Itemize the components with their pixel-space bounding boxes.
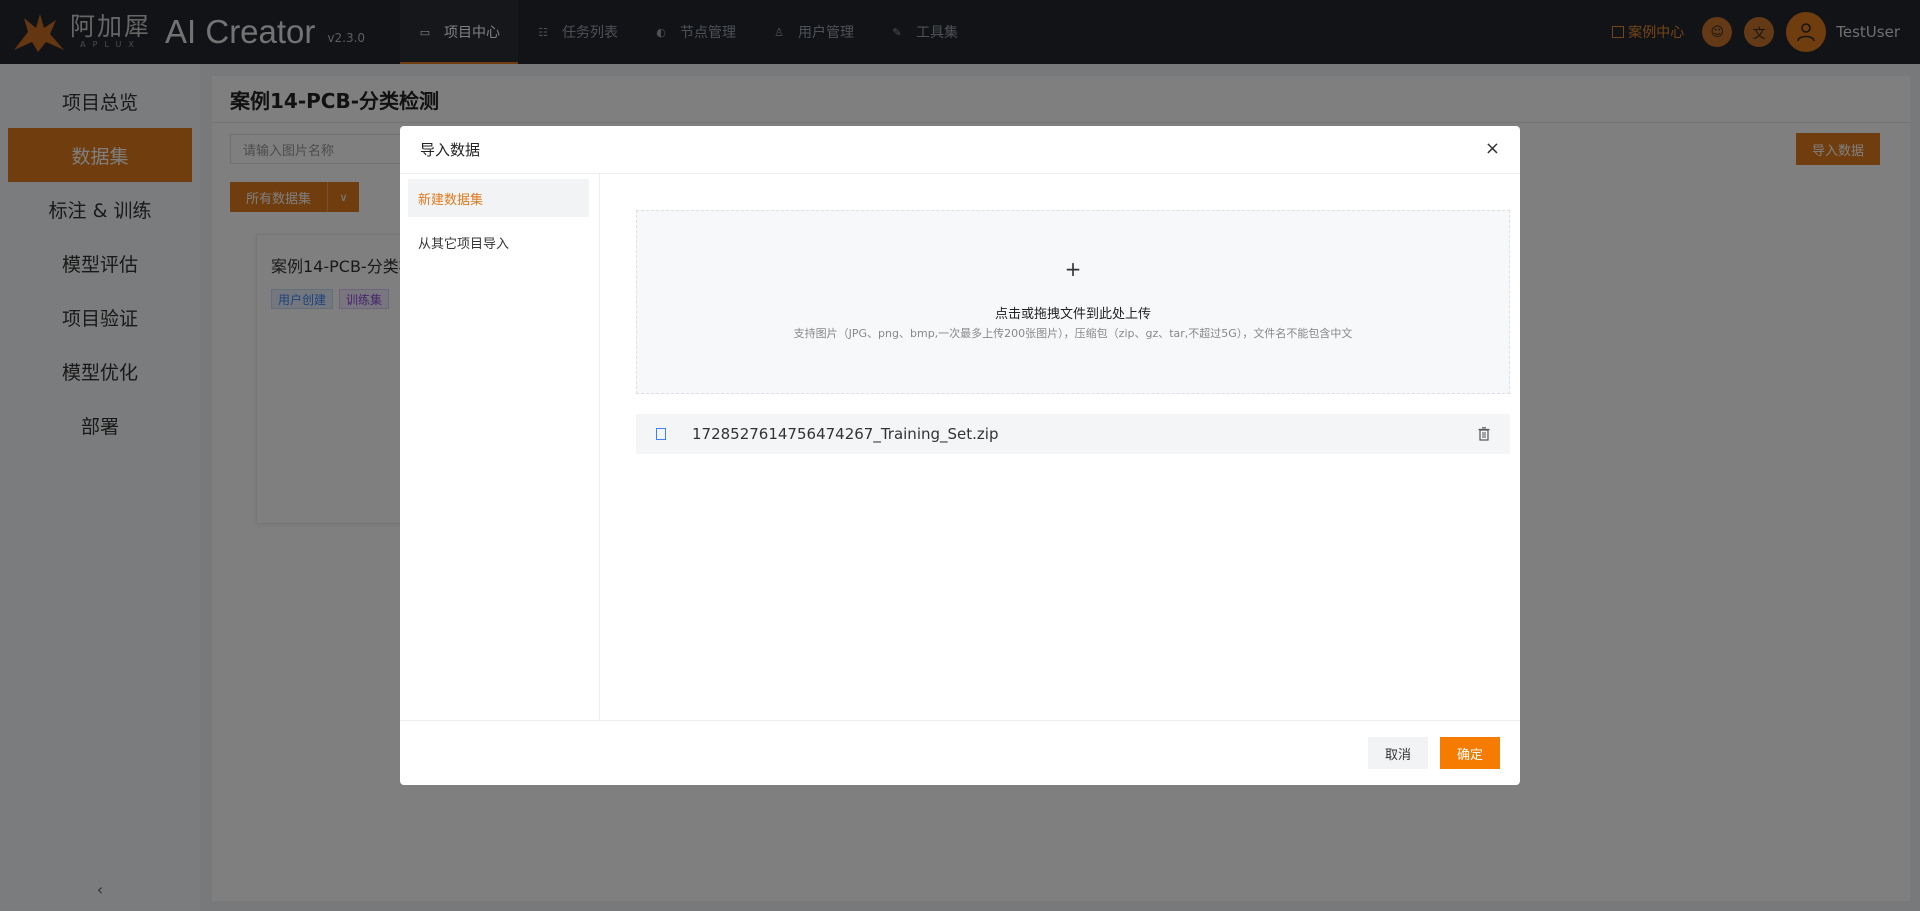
- tab-import-from-project[interactable]: 从其它项目导入: [408, 223, 589, 261]
- tab-new-dataset[interactable]: 新建数据集: [408, 179, 589, 217]
- cancel-button[interactable]: 取消: [1368, 737, 1428, 769]
- trash-icon[interactable]: [1478, 427, 1490, 441]
- close-icon[interactable]: ×: [1485, 140, 1500, 158]
- modal-title: 导入数据: [420, 141, 481, 159]
- import-data-modal: 导入数据 × 新建数据集 从其它项目导入 + 点击或拖拽文件到此处上传 支持图片…: [400, 126, 1520, 785]
- confirm-button[interactable]: 确定: [1440, 737, 1500, 769]
- upload-dropzone[interactable]: + 点击或拖拽文件到此处上传 支持图片（JPG、png、bmp,一次最多上传20…: [636, 210, 1510, 394]
- upload-title: 点击或拖拽文件到此处上传: [994, 307, 1151, 322]
- file-icon: [656, 428, 666, 440]
- import-tabs: 新建数据集 从其它项目导入: [400, 174, 600, 720]
- uploaded-file-item: 1728527614756474267_Training_Set.zip: [636, 414, 1510, 454]
- file-name: 1728527614756474267_Training_Set.zip: [692, 425, 999, 443]
- upload-hint: 支持图片（JPG、png、bmp,一次最多上传200张图片），压缩包（zip、g…: [793, 327, 1353, 340]
- plus-icon: +: [1064, 257, 1082, 281]
